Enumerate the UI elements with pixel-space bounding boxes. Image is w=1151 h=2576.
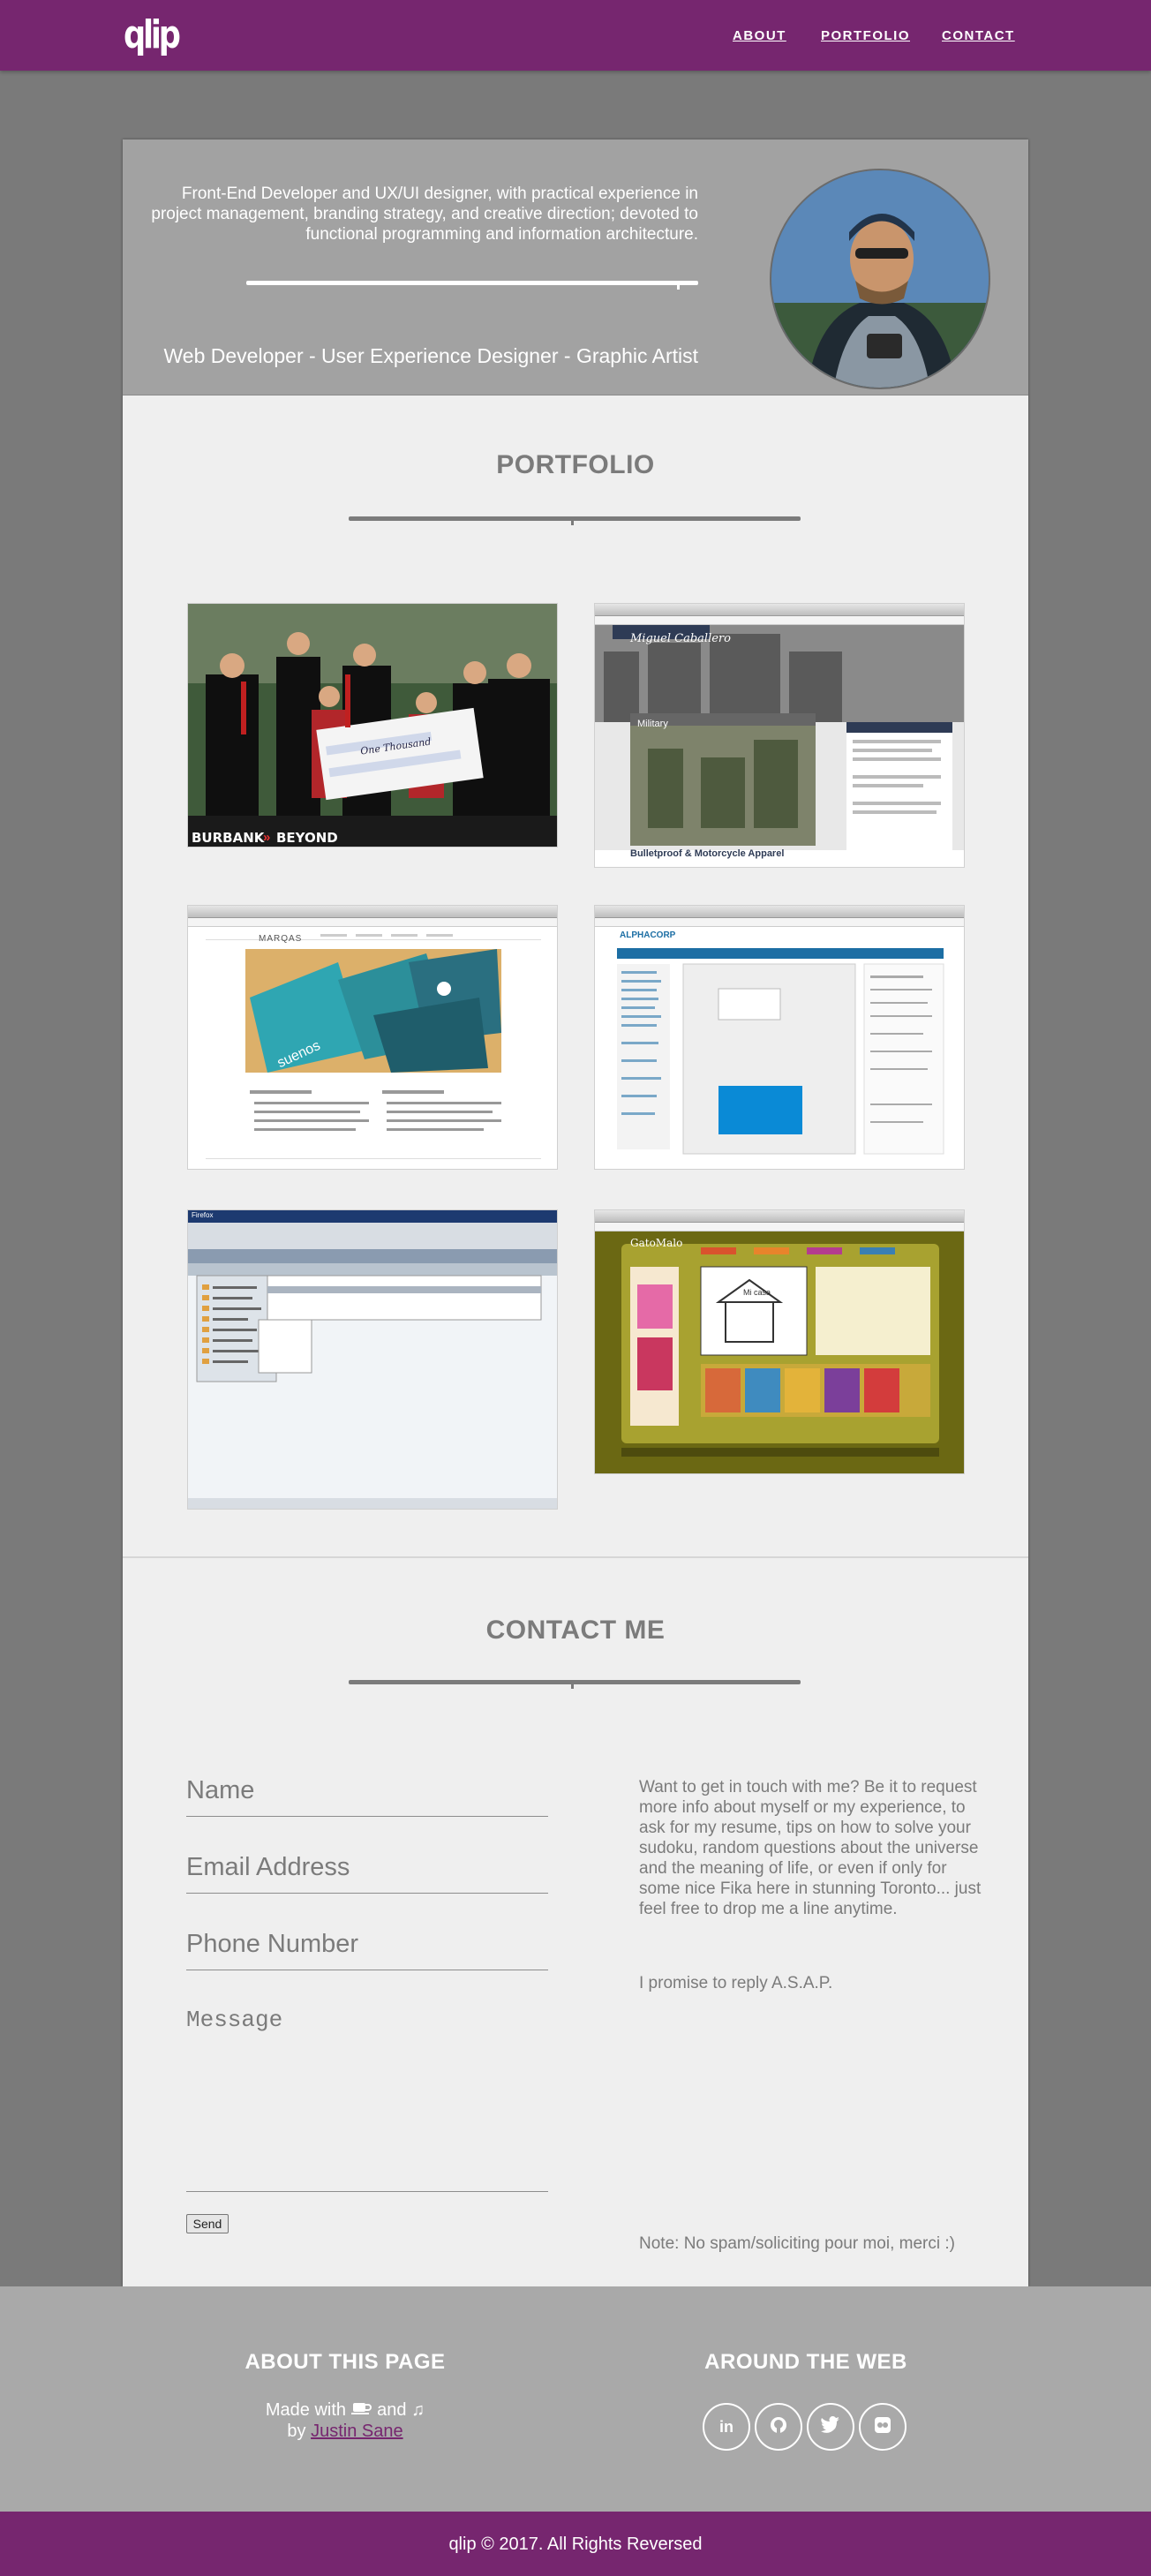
phone-field[interactable]: [186, 1926, 548, 1970]
email-field[interactable]: [186, 1849, 548, 1894]
footer-web-title: AROUND THE WEB: [704, 2350, 907, 2374]
footer-made-with: Made with and ♫: [169, 2399, 522, 2421]
contact-divider: [349, 1680, 801, 1684]
coffee-icon: [350, 2400, 378, 2420]
browser-titlebar: [595, 604, 964, 616]
miguel-military-tag: Military: [637, 719, 668, 729]
avatar-photo: [771, 170, 989, 388]
linkedin-icon: in: [719, 2417, 733, 2436]
navbar: qlip ABOUT PORTFOLIO CONTACT: [0, 0, 1151, 71]
contact-note: Note: No spam/soliciting pour moi, merci…: [639, 2234, 955, 2253]
send-button[interactable]: Send: [186, 2214, 229, 2233]
nav-link-portfolio[interactable]: PORTFOLIO: [821, 28, 910, 43]
site-logo[interactable]: qlip: [124, 12, 181, 57]
copyright-bar: qlip © 2017. All Rights Reversed: [0, 2512, 1151, 2576]
hero-section: Front-End Developer and UX/UI designer, …: [123, 139, 1028, 395]
name-field[interactable]: [186, 1773, 548, 1817]
miguel-site-screenshot: [595, 625, 964, 867]
contact-promise: I promise to reply A.S.A.P.: [639, 1974, 833, 1992]
firefox-window-title: Firefox: [192, 1211, 214, 1219]
nav-link-about[interactable]: ABOUT: [733, 28, 786, 43]
github-link[interactable]: [755, 2403, 802, 2451]
browser-urlbar: [188, 918, 557, 927]
nav-link-contact[interactable]: CONTACT: [942, 28, 1015, 43]
marqas-site-screenshot: [188, 927, 557, 1169]
footer-by-line: by Justin Sane: [169, 2422, 522, 2442]
miguel-logo-text: Miguel Caballero: [630, 632, 731, 645]
contact-title: CONTACT ME: [485, 1616, 666, 1645]
copyright-text: qlip © 2017. All Rights Reversed: [448, 2535, 703, 2554]
hero-description: Front-End Developer and UX/UI designer, …: [151, 185, 698, 244]
browser-titlebar: [188, 906, 557, 918]
twitter-icon: [821, 2415, 840, 2438]
portfolio-item-marqas[interactable]: MARQAS suenos: [187, 905, 558, 1170]
alphacorp-site-screenshot: [595, 927, 964, 1169]
alphacorp-logo-text: ALPHACORP: [620, 930, 676, 940]
admin-panel-screenshot: [188, 1210, 557, 1509]
browser-urlbar: [595, 1223, 964, 1232]
message-field[interactable]: [186, 2007, 548, 2192]
browser-urlbar: [595, 918, 964, 927]
browser-titlebar: [595, 906, 964, 918]
portfolio-item-burbank[interactable]: BURBANK » BEYOND One Thousand: [187, 603, 558, 847]
gatomalo-mi-casa-tag: Mi casa: [743, 1288, 771, 1297]
linkedin-link[interactable]: in: [703, 2403, 750, 2451]
portfolio-item-gatomalo[interactable]: GatoMalo Mi casa: [594, 1209, 965, 1474]
avatar: [770, 169, 990, 389]
miguel-subtitle: Bulletproof & Motorcycle Apparel: [630, 848, 785, 859]
twitter-link[interactable]: [807, 2403, 854, 2451]
burbank-caption-beyond: BEYOND: [276, 830, 338, 846]
marqas-logo-text: MARQAS: [259, 934, 303, 944]
hero-divider-tick: [677, 284, 680, 290]
portfolio-item-admin-panel[interactable]: Firefox: [187, 1209, 558, 1510]
burbank-photo: [188, 604, 557, 847]
footer-about-title: ABOUT THIS PAGE: [244, 2350, 446, 2374]
github-icon: [769, 2415, 788, 2439]
contact-divider-tick: [571, 1683, 574, 1689]
flickr-icon: [873, 2415, 892, 2439]
by-label: by: [287, 2422, 306, 2441]
contact-intro: Want to get in touch with me? Be it to r…: [639, 1778, 982, 1918]
browser-urlbar: [595, 616, 964, 625]
browser-titlebar: [595, 1210, 964, 1223]
portfolio-divider-tick: [571, 520, 574, 525]
gatomalo-logo-text: GatoMalo: [630, 1237, 683, 1249]
portfolio-item-miguel-caballero[interactable]: Miguel Caballero Military Bulletproof & …: [594, 603, 965, 868]
flickr-link[interactable]: [859, 2403, 907, 2451]
main-card: Front-End Developer and UX/UI designer, …: [123, 139, 1028, 2286]
author-link[interactable]: Justin Sane: [311, 2422, 403, 2441]
music-icon: ♫: [411, 2400, 425, 2420]
burbank-caption: BURBANK: [192, 830, 265, 846]
portfolio-item-alphacorp[interactable]: ALPHACORP: [594, 905, 965, 1170]
section-divider: [123, 1556, 1028, 1558]
burbank-arrows: »: [263, 830, 271, 845]
and-label: and: [377, 2400, 407, 2420]
gatomalo-site-screenshot: [595, 1232, 964, 1473]
hero-divider: [246, 281, 698, 285]
hero-roles: Web Developer - User Experience Designer…: [163, 344, 698, 367]
portfolio-title: PORTFOLIO: [496, 450, 655, 479]
made-with-label: Made with: [265, 2400, 347, 2420]
portfolio-divider: [349, 516, 801, 521]
